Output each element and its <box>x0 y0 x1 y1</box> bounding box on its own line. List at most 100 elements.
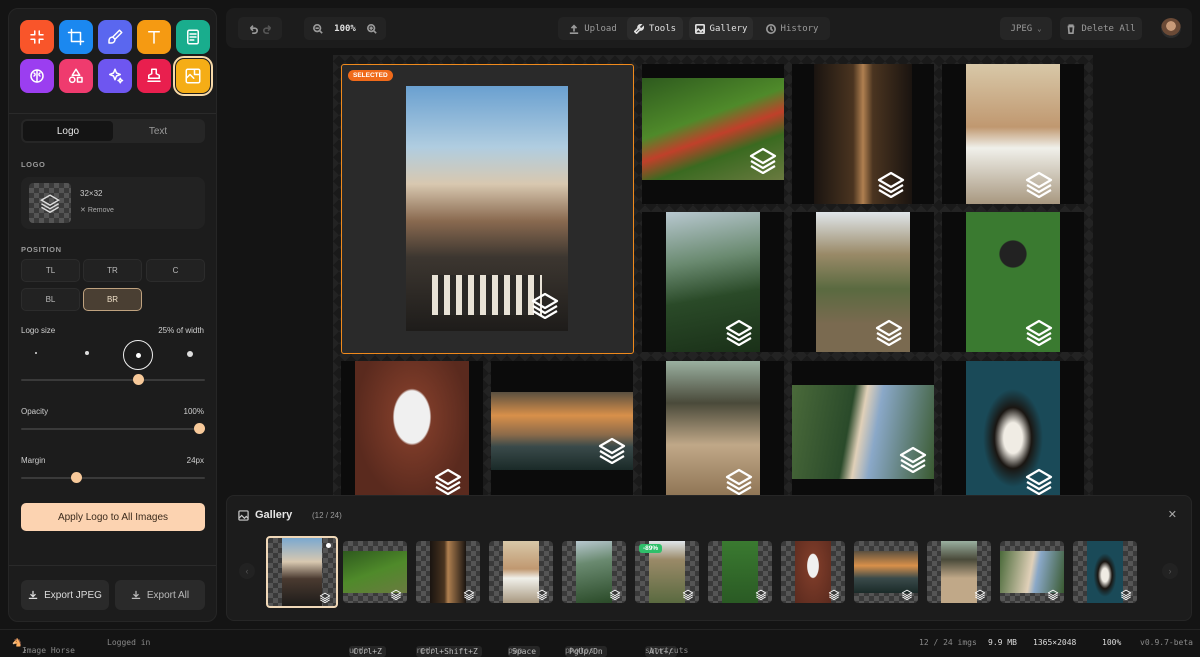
image-cell[interactable] <box>942 361 1084 495</box>
selected-badge: SELECTED <box>348 70 393 81</box>
tool-button-stamp[interactable] <box>137 59 171 93</box>
logo-size-label: Logo size <box>21 326 56 335</box>
size-reduction-badge: -89% <box>639 544 663 553</box>
gallery-thumbnail[interactable] <box>1073 541 1137 603</box>
stamp-icon <box>147 68 161 82</box>
opacity-label: Opacity <box>21 407 49 416</box>
compress-icon <box>30 30 44 44</box>
gallery-thumbnail[interactable] <box>781 541 845 603</box>
position-bl-button[interactable]: BL <box>21 288 80 311</box>
zoom-out-icon[interactable] <box>313 23 323 34</box>
logo-overlay-icon <box>1024 318 1054 347</box>
gallery-thumbnail[interactable]: -89% <box>635 541 699 603</box>
position-c-button[interactable]: C <box>146 259 205 282</box>
image-cell[interactable] <box>491 361 633 495</box>
size-dot-xs[interactable] <box>35 352 37 354</box>
margin-slider[interactable] <box>21 472 205 483</box>
app-name[interactable]: 🐴 Image Horse ↗ <box>12 638 75 655</box>
gallery-thumbnail[interactable] <box>854 541 918 603</box>
image-cell[interactable] <box>942 212 1084 352</box>
tool-button-sparkles[interactable] <box>98 59 132 93</box>
external-link-icon: ↗ <box>21 646 27 655</box>
gallery-panel: Gallery (12 / 24) ✕ ‹ › -89% <box>226 495 1192 621</box>
image-cell[interactable] <box>792 64 934 204</box>
gallery-thumbnail[interactable] <box>562 541 626 603</box>
gallery-thumbnail[interactable] <box>416 541 480 603</box>
logo-overlay-icon <box>319 590 331 604</box>
gallery-thumbnail[interactable] <box>1000 541 1064 603</box>
tools-button[interactable]: Tools <box>627 17 683 40</box>
format-value: JPEG <box>1010 23 1033 34</box>
size-dot-l[interactable] <box>187 351 193 357</box>
position-br-button[interactable]: BR <box>83 288 142 311</box>
tool-button-logo-overlay[interactable] <box>173 56 213 96</box>
apply-logo-button[interactable]: Apply Logo to All Images <box>21 503 205 531</box>
slider-knob[interactable] <box>194 423 205 434</box>
position-tr-button[interactable]: TR <box>83 259 142 282</box>
image-cell[interactable] <box>792 212 934 352</box>
size-dot-m[interactable] <box>123 340 153 370</box>
chevron-right-icon[interactable]: › <box>1162 563 1178 579</box>
logo-size-slider[interactable] <box>21 374 205 385</box>
tool-button-brain[interactable] <box>20 59 54 93</box>
logo-preview[interactable] <box>29 183 71 223</box>
opacity-slider[interactable] <box>21 423 205 434</box>
image-cell[interactable] <box>341 361 483 495</box>
close-icon[interactable]: ✕ <box>1168 508 1177 521</box>
logo-overlay-icon <box>724 467 754 495</box>
image-cell[interactable] <box>642 64 784 204</box>
gallery-thumbnail[interactable] <box>927 541 991 603</box>
undo-hint: undo <box>349 646 369 655</box>
image-cell[interactable] <box>942 64 1084 204</box>
image-canvas: SELECTED <box>333 55 1093 495</box>
file-size: 9.9 MB <box>988 638 1017 647</box>
download-icon <box>28 590 38 599</box>
gallery-title: Gallery <box>255 509 293 521</box>
position-tl-button[interactable]: TL <box>21 259 80 282</box>
download-icon <box>131 590 141 599</box>
delete-all-button[interactable]: Delete All <box>1060 17 1142 40</box>
size-dot-s[interactable] <box>85 351 89 355</box>
tool-button-crop[interactable] <box>59 20 93 54</box>
gallery-thumbnail[interactable] <box>708 541 772 603</box>
undo-icon[interactable] <box>248 24 258 34</box>
image-cell-selected[interactable]: SELECTED <box>341 64 634 354</box>
thumbnail-photo <box>795 541 831 603</box>
slider-knob[interactable] <box>133 374 145 385</box>
tool-button-document[interactable] <box>176 20 210 54</box>
gallery-thumbnail[interactable] <box>489 541 553 603</box>
slider-knob[interactable] <box>71 472 83 483</box>
redo-icon[interactable] <box>262 24 273 34</box>
margin-label: Margin <box>21 456 46 465</box>
export-jpeg-button[interactable]: Export JPEG <box>21 580 109 610</box>
zoom-in-icon[interactable] <box>366 23 377 34</box>
upload-button[interactable]: Upload <box>564 17 622 40</box>
image-cell[interactable] <box>642 212 784 352</box>
margin-value: 24px <box>186 456 204 465</box>
format-select[interactable]: JPEG ⌄ <box>1000 17 1052 40</box>
mode-toggle: Logo Text <box>21 119 205 143</box>
gallery-button[interactable]: Gallery <box>689 17 753 40</box>
thumbnail-photo <box>282 538 322 606</box>
tool-button-shapes[interactable] <box>59 59 93 93</box>
text-icon <box>148 31 160 44</box>
export-all-button[interactable]: Export All <box>115 580 205 610</box>
tab-logo[interactable]: Logo <box>23 121 113 141</box>
image-cell[interactable] <box>792 361 934 495</box>
logo-overlay-icon <box>597 436 627 465</box>
logo-overlay-icon <box>974 587 986 601</box>
avatar[interactable] <box>1161 18 1181 38</box>
history-button[interactable]: History <box>759 17 825 40</box>
image-cell[interactable] <box>642 361 784 495</box>
tool-button-text[interactable] <box>137 20 171 54</box>
gallery-thumbnail[interactable] <box>266 536 338 608</box>
layers-icon <box>40 194 60 213</box>
tool-button-brush[interactable] <box>98 20 132 54</box>
chevron-down-icon: ⌄ <box>1037 24 1042 33</box>
remove-logo-button[interactable]: ✕ Remove <box>80 206 114 214</box>
tab-text[interactable]: Text <box>113 121 203 141</box>
tool-button-compress[interactable] <box>20 20 54 54</box>
chevron-left-icon[interactable]: ‹ <box>239 563 255 579</box>
gallery-thumbnail[interactable] <box>343 541 407 603</box>
logo-overlay-icon <box>530 291 560 320</box>
